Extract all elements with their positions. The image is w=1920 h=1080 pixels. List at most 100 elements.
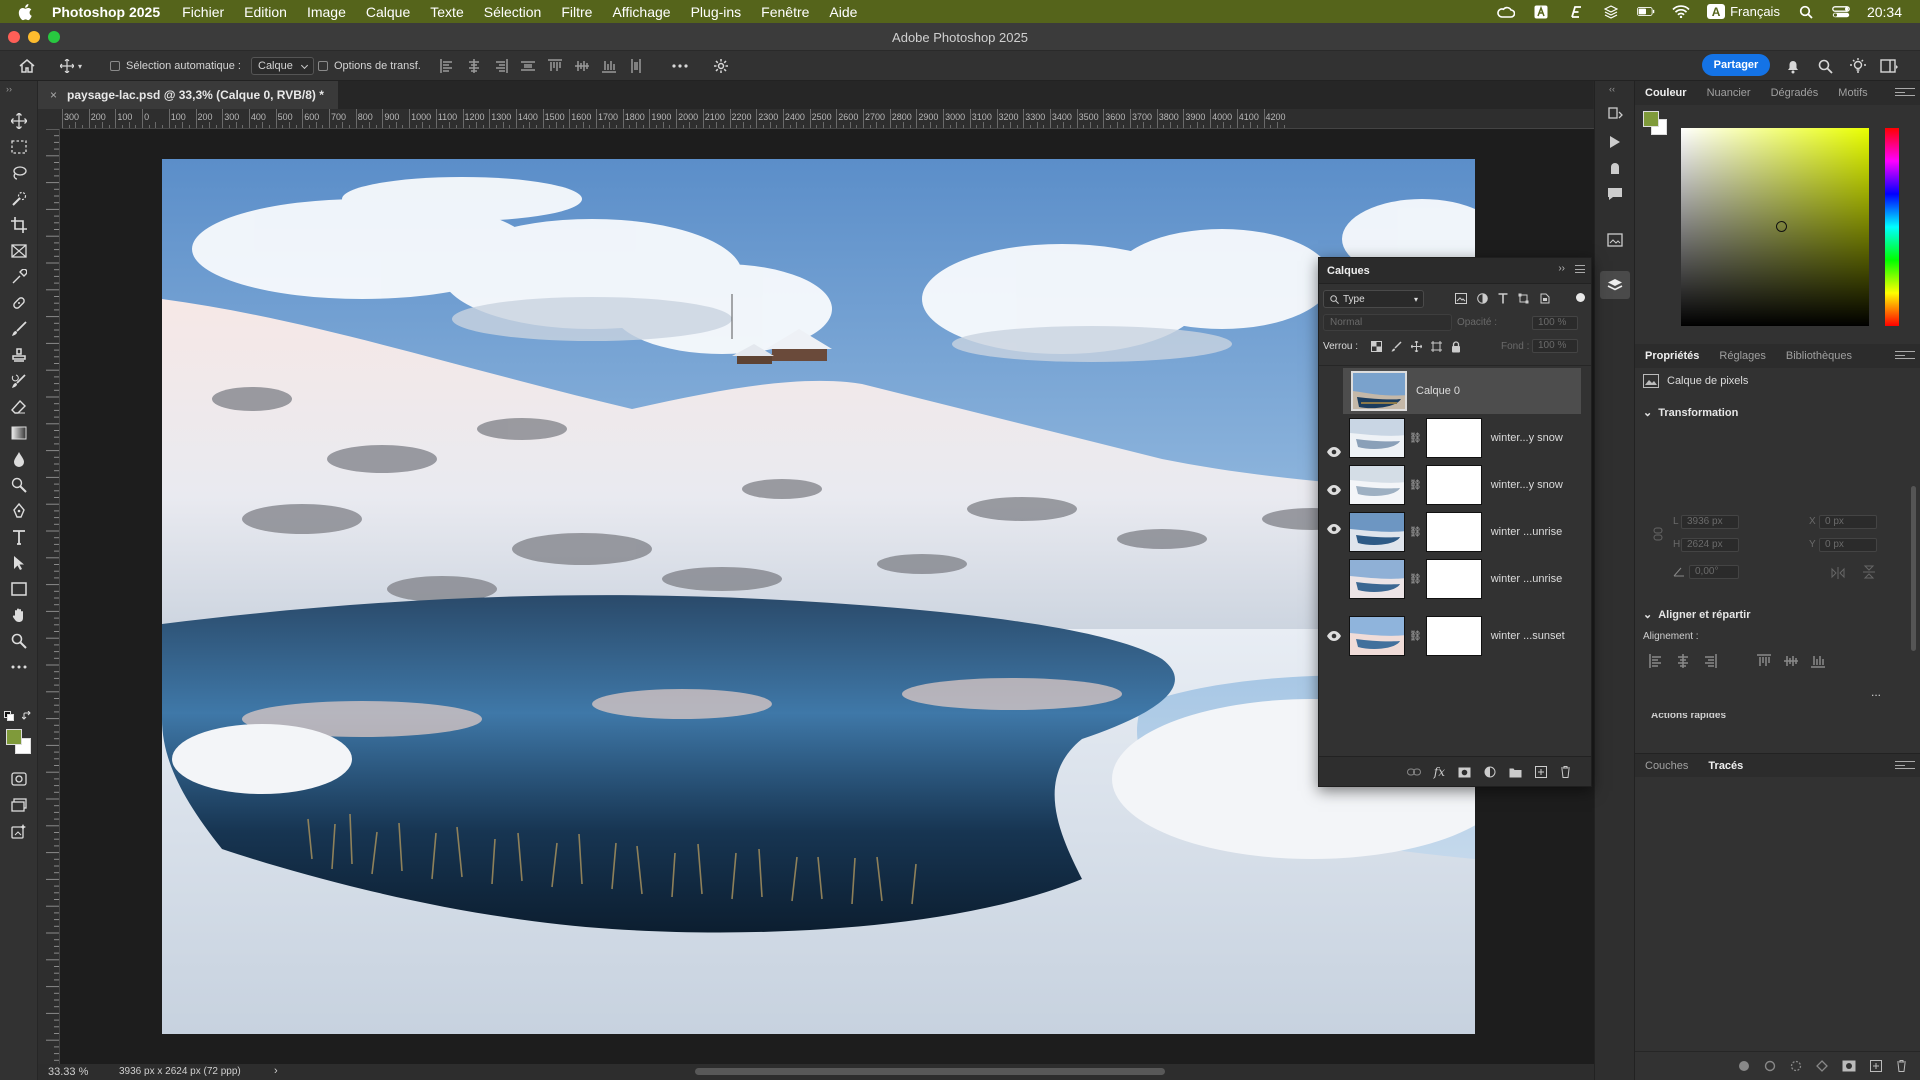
layer-row[interactable]: ⛓ winter ...sunset bbox=[1349, 613, 1581, 659]
input-source[interactable]: A Français bbox=[1707, 4, 1780, 19]
share-button[interactable]: Partager bbox=[1702, 54, 1770, 76]
hue-slider[interactable] bbox=[1885, 128, 1902, 354]
screen-mode-icon[interactable] bbox=[9, 795, 29, 815]
menu-filtre[interactable]: Filtre bbox=[561, 4, 592, 20]
layers-panel-icon[interactable] bbox=[1600, 271, 1630, 299]
layers-panel-title[interactable]: Calques bbox=[1327, 265, 1370, 277]
layer-mask-thumbnail[interactable] bbox=[1425, 559, 1482, 599]
document-tab[interactable]: × paysage-lac.psd @ 33,3% (Calque 0, RVB… bbox=[38, 81, 338, 109]
transform-options-checkbox[interactable]: Options de transf. bbox=[318, 51, 421, 81]
brush-tool-icon[interactable] bbox=[9, 319, 29, 339]
apple-icon[interactable] bbox=[18, 3, 36, 21]
menu-image[interactable]: Image bbox=[307, 4, 346, 20]
comments-icon[interactable] bbox=[1606, 185, 1624, 203]
lock-all-icon[interactable] bbox=[1451, 341, 1461, 353]
discover-icon[interactable] bbox=[1850, 51, 1866, 81]
menu-plugins[interactable]: Plug-ins bbox=[691, 4, 742, 20]
blur-tool-icon[interactable] bbox=[9, 449, 29, 469]
auto-select-dropdown[interactable]: Calque bbox=[251, 57, 314, 75]
height-field[interactable]: 2624 px bbox=[1681, 538, 1739, 552]
align-center-h-icon[interactable] bbox=[1676, 654, 1690, 668]
pen-tool-icon[interactable] bbox=[9, 501, 29, 521]
swap-colors-icon[interactable] bbox=[22, 711, 32, 721]
visibility-eye-icon[interactable] bbox=[1326, 484, 1342, 496]
properties-panel-menu-icon[interactable] bbox=[1895, 351, 1915, 359]
expand-panels-icon[interactable]: ‹‹ bbox=[1609, 84, 1615, 94]
visibility-toggle-empty[interactable] bbox=[1325, 369, 1341, 413]
layer-style-fx-icon[interactable]: fx bbox=[1434, 765, 1445, 779]
menu-affichage[interactable]: Affichage bbox=[612, 4, 670, 20]
menu-edition[interactable]: Edition bbox=[244, 4, 287, 20]
align-middle-v-icon[interactable] bbox=[1784, 654, 1798, 668]
filter-pixel-icon[interactable] bbox=[1455, 293, 1467, 304]
tab-couches[interactable]: Couches bbox=[1635, 760, 1698, 772]
layer-row[interactable]: ⛓ winter...y snow bbox=[1349, 415, 1581, 461]
color-panel-menu-icon[interactable] bbox=[1895, 88, 1915, 96]
status-info-arrow[interactable]: › bbox=[274, 1065, 278, 1077]
layer-mask-thumbnail[interactable] bbox=[1425, 616, 1482, 656]
selection-to-path-icon[interactable] bbox=[1816, 1059, 1828, 1072]
align-left-icon[interactable] bbox=[1649, 654, 1663, 668]
mask-link-icon[interactable]: ⛓ bbox=[1409, 527, 1422, 538]
tab-nuancier[interactable]: Nuancier bbox=[1697, 87, 1761, 99]
y-field[interactable]: 0 px bbox=[1819, 538, 1877, 552]
layer-row[interactable]: ⛓ winter ...unrise bbox=[1349, 509, 1581, 555]
spotlight-search-icon[interactable] bbox=[1797, 5, 1815, 19]
paths-panel-menu-icon[interactable] bbox=[1895, 761, 1915, 769]
lock-artboard-icon[interactable] bbox=[1431, 341, 1442, 352]
lock-transparency-icon[interactable] bbox=[1371, 341, 1382, 352]
rectangle-tool-icon[interactable] bbox=[9, 579, 29, 599]
delete-layer-icon[interactable] bbox=[1560, 766, 1571, 778]
add-mask-icon[interactable] bbox=[1842, 1060, 1856, 1072]
actions-play-icon[interactable] bbox=[1606, 133, 1624, 151]
layer-mask-thumbnail[interactable] bbox=[1425, 418, 1482, 458]
align-top-icon[interactable] bbox=[1757, 654, 1771, 668]
new-path-icon[interactable] bbox=[1870, 1059, 1882, 1072]
workspace-icon[interactable] bbox=[1880, 51, 1898, 81]
control-center-icon[interactable] bbox=[1832, 5, 1850, 19]
generative-fill-icon[interactable] bbox=[9, 821, 29, 841]
bell-icon[interactable] bbox=[1786, 51, 1800, 81]
quick-mask-icon[interactable] bbox=[9, 769, 29, 789]
gear-icon[interactable] bbox=[713, 51, 729, 81]
align-left-icon[interactable] bbox=[440, 59, 454, 73]
auto-select-checkbox[interactable]: Sélection automatique : bbox=[110, 51, 241, 81]
layer-filter-dropdown[interactable]: Type ▾ bbox=[1323, 290, 1424, 308]
layers-status-icon[interactable] bbox=[1602, 4, 1620, 19]
color-field[interactable] bbox=[1681, 128, 1869, 326]
align-right-icon[interactable] bbox=[494, 59, 508, 73]
x-field[interactable]: 0 px bbox=[1819, 515, 1877, 529]
more-align-options[interactable]: ... bbox=[1871, 685, 1881, 699]
collapse-toolbar-icon[interactable]: ›› bbox=[6, 84, 12, 94]
move-tool-icon[interactable] bbox=[9, 111, 29, 131]
visibility-eye-icon[interactable] bbox=[1326, 630, 1342, 642]
add-layer-mask-icon[interactable] bbox=[1458, 767, 1471, 778]
layer-row[interactable]: ⛓ winter ...unrise bbox=[1349, 556, 1581, 602]
tab-traces[interactable]: Tracés bbox=[1698, 760, 1753, 772]
adjustment-layer-icon[interactable] bbox=[1484, 766, 1496, 778]
marquee-tool-icon[interactable] bbox=[9, 137, 29, 157]
transformation-section-header[interactable]: ⌄ Transformation bbox=[1643, 406, 1738, 420]
eyedropper-tool-icon[interactable] bbox=[9, 267, 29, 287]
more-options-icon[interactable] bbox=[672, 51, 688, 81]
flip-horizontal-icon[interactable] bbox=[1831, 567, 1845, 579]
visibility-eye-icon[interactable] bbox=[1326, 446, 1342, 458]
align-bottom-icon[interactable] bbox=[1811, 654, 1825, 668]
color-field-cursor[interactable] bbox=[1776, 221, 1787, 232]
filter-shape-icon[interactable] bbox=[1518, 293, 1529, 304]
wifi-icon[interactable] bbox=[1672, 5, 1690, 19]
history-panel-icon[interactable] bbox=[1606, 105, 1624, 123]
close-tab-icon[interactable]: × bbox=[50, 88, 57, 102]
filter-adjustment-icon[interactable] bbox=[1477, 293, 1488, 304]
new-layer-icon[interactable] bbox=[1535, 766, 1547, 778]
link-dimensions-icon[interactable] bbox=[1653, 527, 1663, 541]
script-editor-icon[interactable] bbox=[1567, 5, 1585, 19]
align-top-icon[interactable] bbox=[548, 59, 562, 73]
foreground-color-swatch[interactable] bbox=[6, 729, 22, 745]
search-icon[interactable] bbox=[1818, 51, 1833, 81]
lasso-tool-icon[interactable] bbox=[9, 163, 29, 183]
properties-scrollbar[interactable] bbox=[1911, 486, 1916, 651]
align-center-h-icon[interactable] bbox=[467, 59, 481, 73]
libraries-panel-icon[interactable] bbox=[1606, 231, 1624, 249]
menu-aide[interactable]: Aide bbox=[829, 4, 857, 20]
